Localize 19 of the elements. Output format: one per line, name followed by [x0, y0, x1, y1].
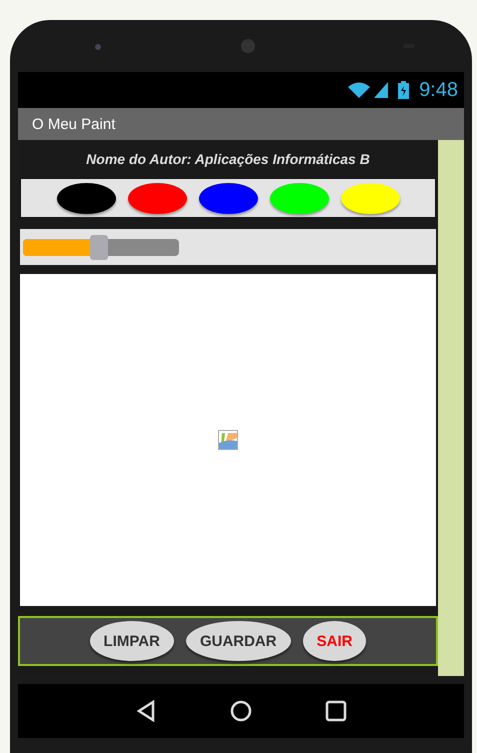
camera-icon — [95, 44, 101, 50]
recents-icon[interactable] — [325, 700, 348, 722]
color-button[interactable] — [56, 182, 116, 214]
battery-icon — [398, 81, 410, 99]
action-button[interactable]: GUARDAR — [186, 621, 291, 661]
home-icon[interactable] — [230, 700, 252, 722]
color-button[interactable] — [270, 182, 328, 214]
author-label: Nome do Autor: Aplicações Informáticas B — [85, 150, 371, 169]
wifi-icon — [348, 82, 370, 98]
speaker-icon — [241, 39, 255, 53]
slider-thumb[interactable] — [90, 234, 108, 260]
color-button[interactable] — [198, 182, 258, 214]
app-title: O Meu Paint — [32, 116, 116, 132]
signal-icon — [374, 82, 388, 98]
color-button[interactable] — [128, 182, 186, 214]
back-icon[interactable] — [134, 700, 157, 722]
status-time: 9:48 — [419, 78, 458, 102]
color-button[interactable] — [340, 182, 400, 214]
action-button[interactable]: LIMPAR — [90, 621, 174, 661]
